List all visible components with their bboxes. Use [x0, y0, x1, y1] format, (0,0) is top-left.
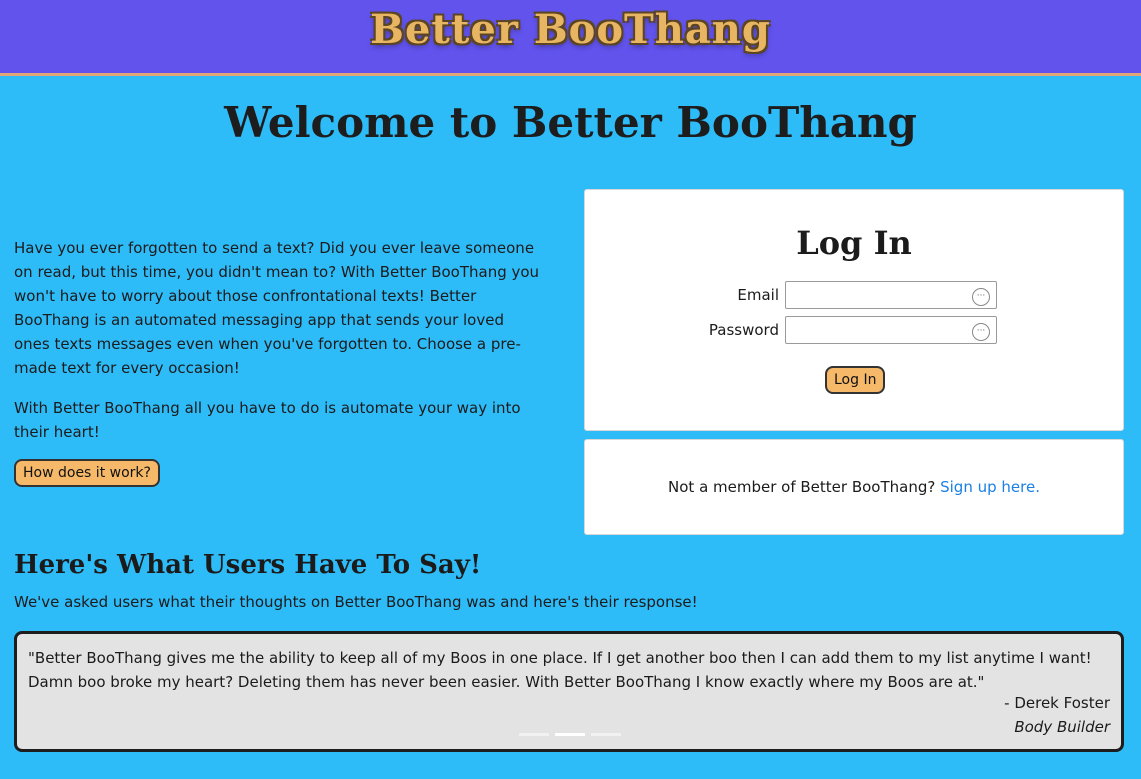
testimonial-author: - Derek Foster: [1004, 694, 1110, 712]
login-title: Log In: [796, 224, 912, 262]
testimonial-carousel: "Better BooThang gives me the ability to…: [14, 631, 1124, 752]
password-manager-icon[interactable]: ···: [972, 288, 990, 306]
carousel-indicator[interactable]: [555, 733, 585, 736]
password-label: Password: [708, 321, 779, 339]
testimonial-quote: "Better BooThang gives me the ability to…: [28, 649, 1092, 691]
password-manager-icon[interactable]: ···: [972, 323, 990, 341]
brand-logo[interactable]: Better BooThang: [0, 6, 1141, 53]
email-field[interactable]: [790, 283, 964, 309]
password-field[interactable]: [790, 318, 964, 344]
testimonial-role: Body Builder: [1014, 718, 1110, 736]
signup-prompt: Not a member of Better BooThang? Sign up…: [585, 478, 1123, 496]
carousel-indicators: [519, 721, 627, 740]
email-field-wrapper: ···: [785, 281, 997, 309]
signup-panel: Not a member of Better BooThang? Sign up…: [584, 439, 1124, 535]
intro-paragraph: Have you ever forgotten to send a text? …: [14, 239, 540, 377]
navbar: Better BooThang: [0, 0, 1141, 76]
page-title: Welcome to Better BooThang: [224, 98, 917, 147]
password-field-wrapper: ···: [785, 316, 997, 344]
login-panel: Log In Email ··· Password ··· Log In: [584, 189, 1124, 431]
how-it-works-button[interactable]: How does it work?: [14, 459, 160, 487]
testimonials-subheading: We've asked users what their thoughts on…: [14, 593, 698, 611]
carousel-indicator[interactable]: [591, 733, 621, 736]
intro-section: Have you ever forgotten to send a text? …: [14, 236, 542, 460]
intro-paragraph: With Better BooThang all you have to do …: [14, 399, 521, 441]
email-label: Email: [737, 286, 779, 304]
testimonials-heading: Here's What Users Have To Say!: [14, 550, 482, 580]
carousel-indicator[interactable]: [519, 733, 549, 736]
login-button[interactable]: Log In: [825, 366, 886, 394]
signup-link[interactable]: Sign up here.: [940, 478, 1040, 496]
signup-text: Not a member of Better BooThang?: [668, 478, 941, 496]
